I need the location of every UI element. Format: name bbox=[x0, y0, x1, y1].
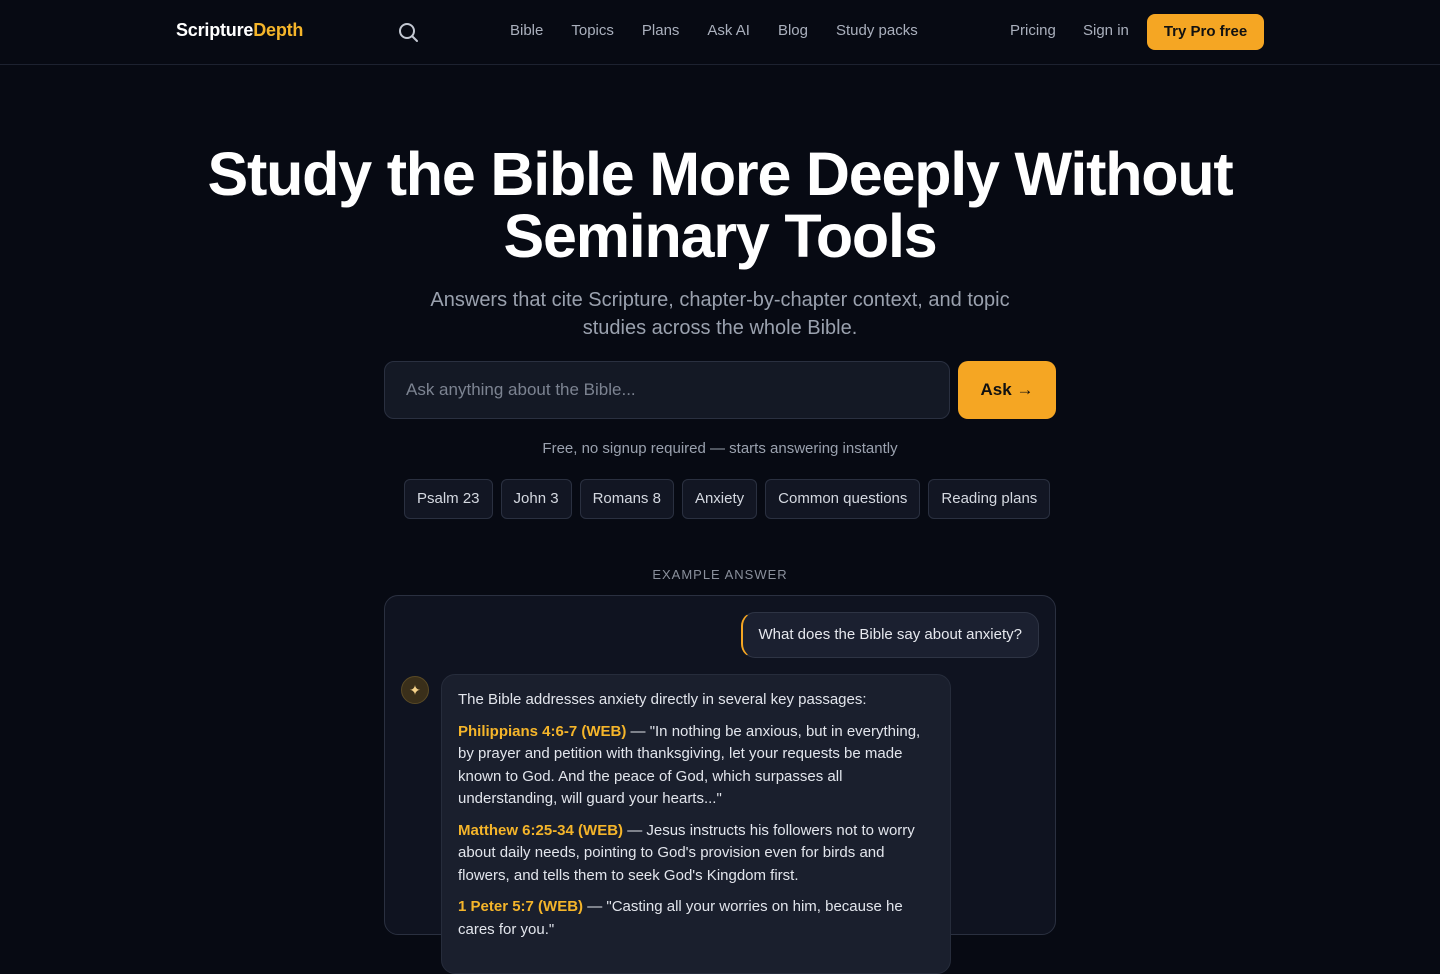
hero-subtitle-line-2: studies across the whole Bible. bbox=[582, 317, 858, 339]
assistant-answer-bubble: The Bible addresses anxiety directly in … bbox=[441, 674, 951, 974]
chip-john-3[interactable]: John 3 bbox=[500, 479, 572, 519]
pricing-link[interactable]: Pricing bbox=[1010, 22, 1056, 39]
example-answer-label: EXAMPLE ANSWER bbox=[652, 567, 788, 582]
scripture-reference[interactable]: Matthew 6:25-34 (WEB) bbox=[458, 822, 623, 839]
chip-psalm-23[interactable]: Psalm 23 bbox=[404, 479, 493, 519]
hero-title-line-1: Study the Bible More Deeply Without bbox=[207, 140, 1234, 208]
nav-link-study-packs[interactable]: Study packs bbox=[836, 22, 918, 39]
logo[interactable]: ScriptureDepth bbox=[176, 20, 303, 41]
ask-input[interactable] bbox=[384, 361, 950, 419]
hero-subtitle-line-1: Answers that cite Scripture, chapter-by-… bbox=[430, 289, 1010, 311]
chip-romans-8[interactable]: Romans 8 bbox=[579, 479, 674, 519]
answer-item: Matthew 6:25-34 (WEB) — Jesus instructs … bbox=[458, 820, 934, 888]
nav-link-plans[interactable]: Plans bbox=[642, 22, 680, 39]
suggestion-chips: Psalm 23 John 3 Romans 8 Anxiety Common … bbox=[404, 479, 1051, 519]
answer-item: 1 Peter 5:7 (WEB) — "Casting all your wo… bbox=[458, 896, 934, 941]
nav-link-bible[interactable]: Bible bbox=[510, 22, 543, 39]
scripture-reference[interactable]: 1 Peter 5:7 (WEB) bbox=[458, 898, 583, 915]
hero-title: Study the Bible More Deeply Without Semi… bbox=[0, 143, 1440, 267]
chip-reading-plans[interactable]: Reading plans bbox=[928, 479, 1051, 519]
nav-links: Bible Topics Plans Ask AI Blog Study pac… bbox=[510, 22, 946, 39]
nav-link-ask-ai[interactable]: Ask AI bbox=[707, 22, 750, 39]
search-icon[interactable] bbox=[396, 20, 420, 44]
try-pro-button[interactable]: Try Pro free bbox=[1147, 14, 1264, 50]
example-chat-card: What does the Bible say about anxiety? ✦… bbox=[384, 595, 1056, 974]
user-question-bubble: What does the Bible say about anxiety? bbox=[740, 612, 1039, 658]
logo-part-depth: Depth bbox=[253, 20, 304, 40]
top-nav: ScriptureDepth Bible Topics Plans Ask AI… bbox=[0, 0, 1440, 65]
hero-title-line-2: Seminary Tools bbox=[503, 202, 938, 270]
scripture-reference[interactable]: Philippians 4:6-7 (WEB) bbox=[458, 723, 626, 740]
nav-link-topics[interactable]: Topics bbox=[571, 22, 614, 39]
nav-link-blog[interactable]: Blog bbox=[778, 22, 808, 39]
ask-button[interactable]: Ask → bbox=[958, 361, 1056, 419]
sign-in-link[interactable]: Sign in bbox=[1083, 22, 1129, 39]
hero-subtitle: Answers that cite Scripture, chapter-by-… bbox=[390, 286, 1050, 342]
free-note: Free, no signup required — starts answer… bbox=[542, 440, 898, 457]
chip-anxiety[interactable]: Anxiety bbox=[681, 479, 758, 519]
answer-intro: The Bible addresses anxiety directly in … bbox=[458, 691, 867, 708]
answer-item: Philippians 4:6-7 (WEB) — "In nothing be… bbox=[458, 721, 934, 811]
logo-part-scripture: Scripture bbox=[176, 20, 254, 40]
sparkle-icon: ✦ bbox=[401, 676, 429, 704]
chip-common-questions[interactable]: Common questions bbox=[765, 479, 921, 519]
